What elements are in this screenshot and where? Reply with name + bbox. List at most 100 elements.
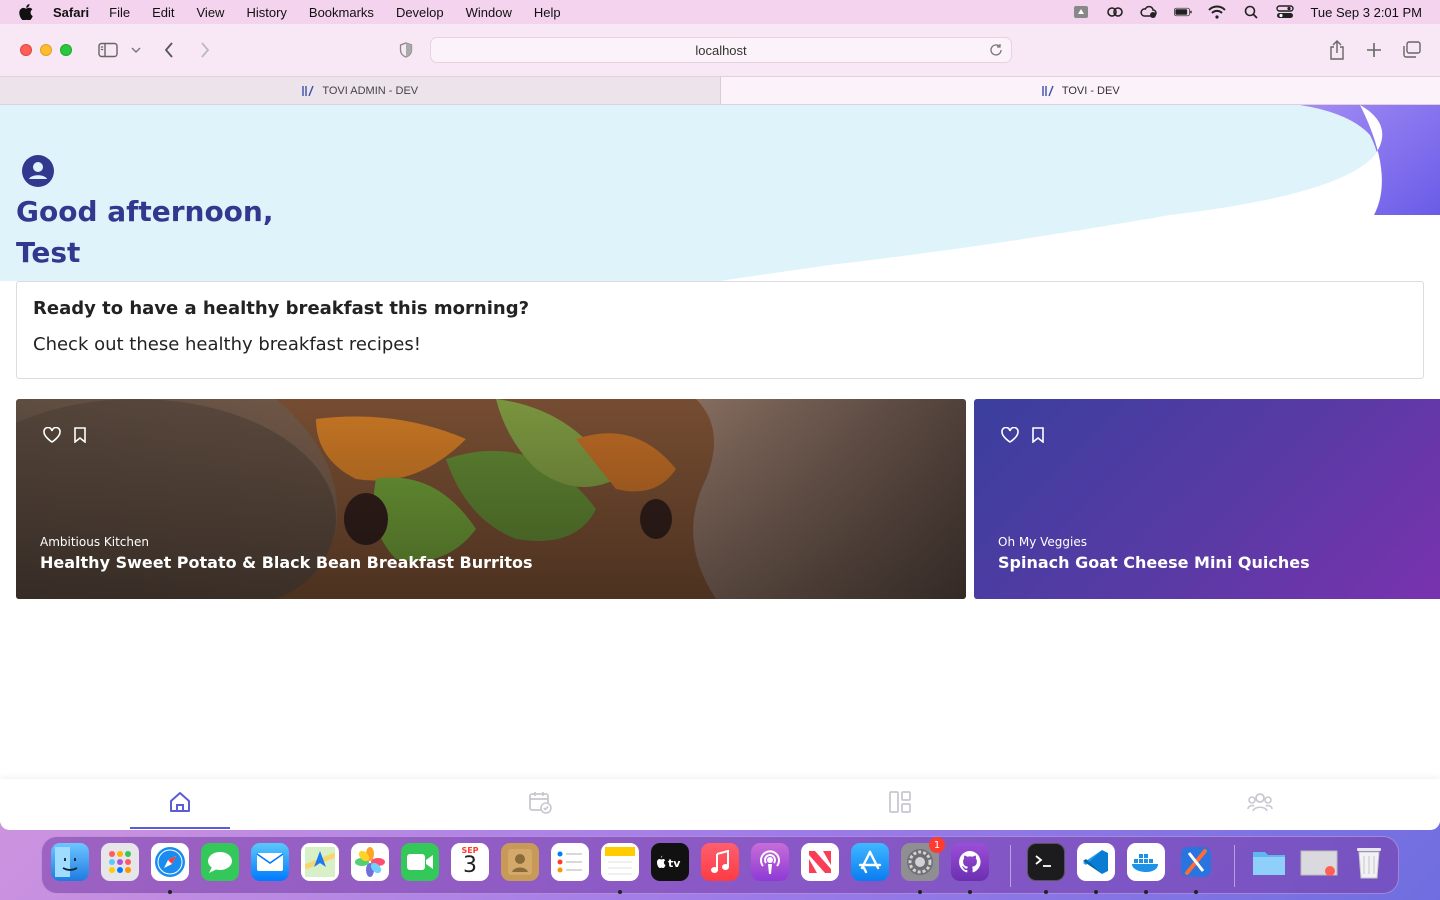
greeting-user-name: Test [16,236,81,269]
heart-icon[interactable] [1000,425,1020,445]
contacts-icon[interactable] [501,843,539,881]
url-text[interactable]: localhost [695,43,746,58]
notification-badge: 1 [929,837,945,853]
back-button[interactable] [160,40,178,60]
web-page: Good afternoon, Test Ready to have a hea… [0,105,1440,829]
dashboard-icon [888,790,912,819]
github-desktop-icon[interactable] [951,843,989,881]
trash-icon[interactable] [1350,843,1388,881]
safari-icon[interactable] [151,843,189,881]
menu-bar-status: Tue Sep 3 2:01 PM [1056,0,1422,24]
privacy-shield-icon[interactable] [397,40,415,60]
notes-icon[interactable] [601,843,639,881]
nav-home[interactable] [0,779,360,829]
creative-cloud-icon[interactable] [1106,5,1124,19]
control-center-icon[interactable] [1276,5,1295,19]
xcode-icon[interactable] [1177,843,1215,881]
tab-tovi-admin[interactable]: TOVI ADMIN - DEV [0,77,721,104]
running-indicator [1144,890,1148,894]
running-indicator [168,890,172,894]
mail-icon[interactable] [251,843,289,881]
recipe-actions [42,425,98,445]
finder-icon[interactable] [51,843,89,881]
apple-tv-icon[interactable]: tv [651,843,689,881]
recipe-source: Oh My Veggies [998,535,1087,549]
menu-develop[interactable]: Develop [396,5,444,20]
music-icon[interactable] [701,843,739,881]
tab-bar: TOVI ADMIN - DEV TOVI - DEV [0,76,1440,105]
menu-history[interactable]: History [246,5,286,20]
menu-edit[interactable]: Edit [152,5,174,20]
home-icon [168,790,192,819]
forward-button[interactable] [196,40,214,60]
menu-bar-clock[interactable]: Tue Sep 3 2:01 PM [1310,5,1422,20]
drive-icon[interactable] [1072,5,1090,19]
browser-toolbar: localhost [0,24,1440,76]
terminal-icon[interactable] [1027,843,1065,881]
prompt-title: Ready to have a healthy breakfast this m… [33,298,530,319]
photos-icon[interactable] [351,843,389,881]
apple-icon[interactable] [19,4,35,20]
sidebar-toggle-icon[interactable] [97,40,119,60]
running-indicator [1194,890,1198,894]
running-indicator [1044,890,1048,894]
running-indicator [618,890,622,894]
menu-file[interactable]: File [109,5,130,20]
dock-separator [1010,845,1011,887]
zoom-window-button[interactable] [60,44,72,56]
tab-label: TOVI - DEV [1061,84,1120,97]
nav-community[interactable] [1080,779,1440,829]
bookmark-icon[interactable] [1028,425,1048,445]
tovi-favicon-icon [1041,84,1055,98]
minimize-window-button[interactable] [40,44,52,56]
news-icon[interactable] [801,843,839,881]
running-indicator [918,890,922,894]
heart-icon[interactable] [42,425,62,445]
dock-separator [1234,845,1235,887]
bookmark-icon[interactable] [70,425,90,445]
user-avatar-icon[interactable] [22,155,54,187]
menu-view[interactable]: View [197,5,225,20]
tab-overview-icon[interactable] [1401,40,1423,60]
launchpad-icon[interactable] [101,843,139,881]
svg-text:tv: tv [668,857,681,870]
menu-window[interactable]: Window [466,5,512,20]
recipe-title[interactable]: Healthy Sweet Potato & Black Bean Breakf… [40,553,533,572]
window-controls [20,44,80,56]
podcasts-icon[interactable] [751,843,789,881]
battery-icon[interactable] [1174,5,1193,19]
app-store-icon[interactable] [851,843,889,881]
spotlight-search-icon[interactable] [1242,5,1260,19]
cloud-sync-icon[interactable] [1140,5,1158,19]
menu-bookmarks[interactable]: Bookmarks [309,5,374,20]
recipe-card[interactable]: Ambitious Kitchen Healthy Sweet Potato &… [16,399,966,599]
screenshot-folder-icon[interactable] [1300,843,1338,881]
reminders-icon[interactable] [551,843,589,881]
reload-icon[interactable] [989,43,1003,60]
close-window-button[interactable] [20,44,32,56]
address-bar[interactable]: localhost [430,37,1012,63]
downloads-folder-icon[interactable] [1250,843,1288,881]
menu-app-name[interactable]: Safari [53,5,89,20]
calendar-check-icon [528,790,552,819]
breakfast-prompt-card: Ready to have a healthy breakfast this m… [16,281,1424,379]
share-icon[interactable] [1327,40,1347,60]
system-settings-icon[interactable]: 1 [901,837,945,881]
calendar-icon[interactable]: SEP 3 [451,843,489,881]
tab-label: TOVI ADMIN - DEV [322,84,419,97]
chevron-down-icon[interactable] [130,40,142,60]
new-tab-icon[interactable] [1364,40,1384,60]
tab-tovi[interactable]: TOVI - DEV [720,77,1440,104]
messages-icon[interactable] [201,843,239,881]
maps-icon[interactable] [301,843,339,881]
menu-help[interactable]: Help [534,5,561,20]
recipe-title[interactable]: Spinach Goat Cheese Mini Quiches [998,553,1310,572]
facetime-icon[interactable] [401,843,439,881]
vscode-icon[interactable] [1077,843,1115,881]
nav-planner[interactable] [360,779,720,829]
greeting-heading: Good afternoon, Test [16,191,273,273]
docker-icon[interactable] [1127,843,1165,881]
recipe-card[interactable]: Oh My Veggies Spinach Goat Cheese Mini Q… [974,399,1440,599]
wifi-icon[interactable] [1208,5,1227,19]
nav-dashboard[interactable] [720,779,1080,829]
